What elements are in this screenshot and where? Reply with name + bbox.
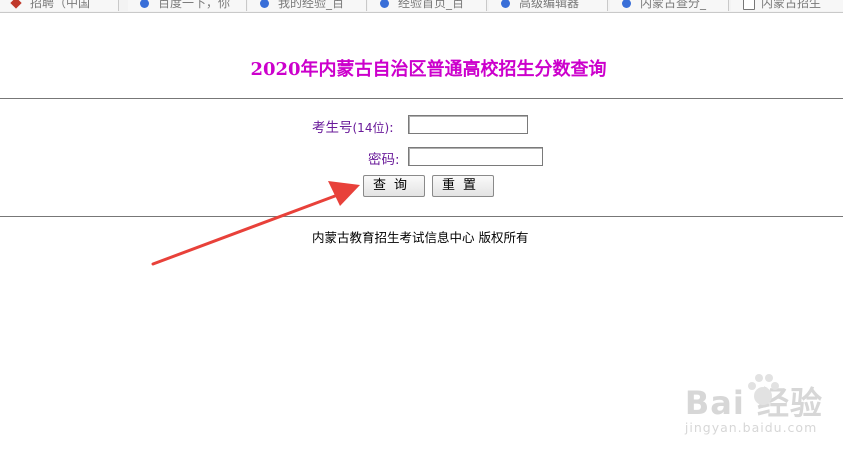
baidu-paw-icon [747,374,779,405]
baidu-jingyan-watermark: Bai 经验 jingyan.baidu.com [684,374,823,435]
watermark-url: jingyan.baidu.com [684,420,818,435]
